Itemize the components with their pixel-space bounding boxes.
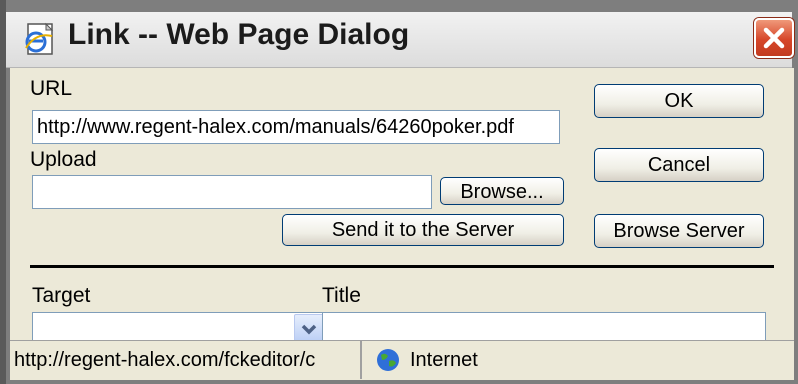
target-label: Target: [32, 284, 91, 307]
security-zone-label: Internet: [410, 349, 478, 371]
close-button[interactable]: [754, 18, 794, 58]
close-icon: [763, 27, 785, 49]
chevron-down-icon: [301, 324, 317, 335]
upload-file-input[interactable]: [32, 175, 432, 209]
upload-label: Upload: [30, 148, 97, 171]
send-to-server-button[interactable]: Send it to the Server: [282, 214, 564, 246]
dialog-window: Link -- Web Page Dialog URL http://www.r…: [0, 0, 798, 384]
dialog-content: URL http://www.regent-halex.com/manuals/…: [10, 68, 794, 340]
url-input[interactable]: http://www.regent-halex.com/manuals/6426…: [32, 110, 560, 144]
cancel-button[interactable]: Cancel: [594, 148, 764, 182]
title-bar[interactable]: Link -- Web Page Dialog: [6, 12, 794, 68]
status-bar: http://regent-halex.com/fckeditor/c Inte…: [10, 340, 794, 380]
ok-button[interactable]: OK: [594, 84, 764, 118]
title-input[interactable]: [322, 312, 766, 340]
target-dropdown-button[interactable]: [294, 314, 324, 340]
status-url: http://regent-halex.com/fckeditor/c: [10, 341, 362, 379]
dialog-title: Link -- Web Page Dialog: [68, 18, 410, 51]
globe-icon: [377, 349, 399, 371]
browse-server-button[interactable]: Browse Server: [594, 214, 764, 248]
title-label: Title: [322, 284, 361, 307]
url-label: URL: [30, 77, 73, 100]
target-select[interactable]: [32, 312, 326, 340]
browse-button[interactable]: Browse...: [440, 177, 564, 205]
section-divider: [30, 265, 774, 268]
ie-page-icon: [25, 22, 54, 55]
